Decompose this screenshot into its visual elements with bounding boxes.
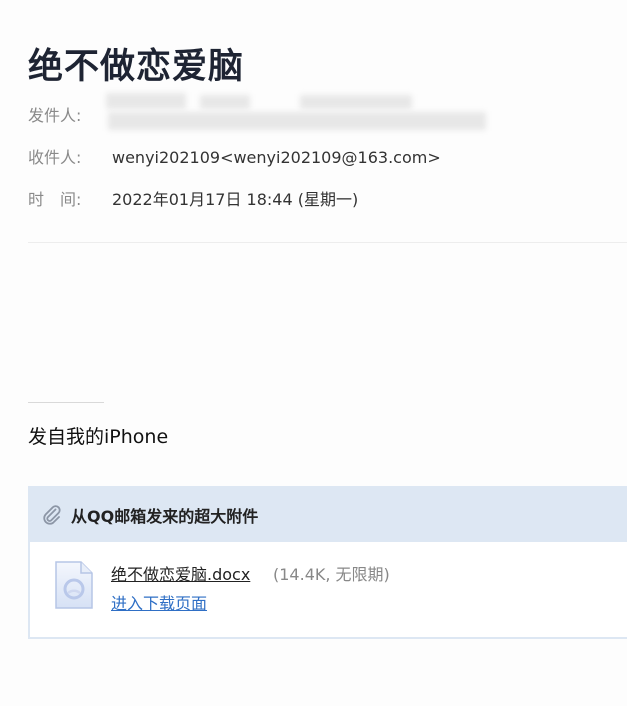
- recipient-address[interactable]: wenyi202109<wenyi202109@163.com>: [112, 148, 441, 167]
- sent-time: 2022年01月17日 18:44 (星期一): [112, 190, 359, 209]
- sender-row: 发件人:: [28, 104, 112, 128]
- header-divider: [28, 242, 627, 243]
- document-icon[interactable]: [54, 560, 94, 614]
- attachment-file-name[interactable]: 绝不做恋爱脑.docx: [111, 561, 250, 585]
- signature-divider: [28, 402, 104, 403]
- recipient-label: 收件人:: [28, 148, 82, 167]
- recipient-row: 收件人: wenyi202109<wenyi202109@163.com>: [28, 146, 441, 170]
- time-label: 时 间:: [28, 190, 82, 209]
- paperclip-icon: [42, 504, 62, 530]
- attachment-file-meta: (14.4K, 无限期): [273, 565, 390, 584]
- time-row: 时 间: 2022年01月17日 18:44 (星期一): [28, 188, 358, 212]
- attachment-panel: 从QQ邮箱发来的超大附件 绝不做恋爱脑.docx (14.4K, 无限期) 进入…: [28, 486, 627, 639]
- body-signature: 发自我的iPhone: [28, 426, 169, 448]
- attachment-panel-title: 从QQ邮箱发来的超大附件: [71, 507, 259, 526]
- attachment-panel-header: 从QQ邮箱发来的超大附件: [30, 488, 627, 542]
- email-subject: 绝不做恋爱脑: [28, 47, 245, 87]
- download-page-link[interactable]: 进入下载页面: [111, 590, 207, 614]
- sender-label: 发件人:: [28, 106, 82, 125]
